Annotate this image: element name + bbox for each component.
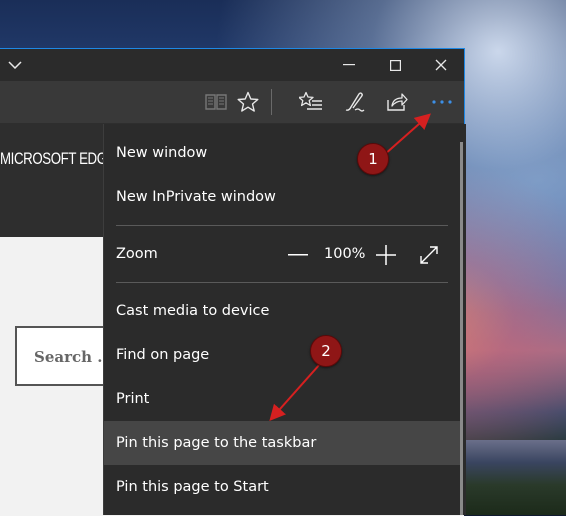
- menu-item-new-inprivate-window[interactable]: New InPrivate window: [104, 175, 462, 219]
- menu-item-find-on-page[interactable]: Find on page: [104, 333, 462, 377]
- zoom-row: Zoom 100%: [104, 233, 462, 277]
- web-note-icon[interactable]: [339, 87, 369, 117]
- more-actions-icon[interactable]: [427, 87, 457, 117]
- zoom-label: Zoom: [116, 246, 158, 262]
- tab-dropdown-chevron-icon[interactable]: [0, 49, 38, 81]
- menu-scrollbar[interactable]: [460, 142, 463, 515]
- close-button[interactable]: [418, 49, 464, 81]
- share-icon[interactable]: [382, 87, 412, 117]
- menu-item-pin-to-start[interactable]: Pin this page to Start: [104, 465, 462, 509]
- menu-item-print[interactable]: Print: [104, 377, 462, 421]
- menu-item-new-window[interactable]: New window: [104, 131, 462, 175]
- zoom-out-button[interactable]: [285, 242, 311, 268]
- zoom-level: 100%: [324, 246, 366, 262]
- step-badge-2: 2: [310, 335, 342, 367]
- favorites-hub-icon[interactable]: [296, 87, 326, 117]
- more-actions-menu: New window New InPrivate window Zoom 100…: [103, 124, 466, 515]
- site-title[interactable]: MICROSOFT EDGE: [0, 149, 116, 169]
- title-bar: [0, 49, 464, 81]
- menu-item-pin-to-taskbar[interactable]: Pin this page to the taskbar: [104, 421, 462, 465]
- zoom-in-button[interactable]: [373, 242, 399, 268]
- toolbar-separator: [271, 89, 272, 115]
- search-placeholder: Search …: [34, 348, 113, 366]
- minimize-button[interactable]: [326, 49, 372, 81]
- fullscreen-expand-icon[interactable]: [416, 242, 442, 268]
- wallpaper-mountains: [463, 440, 566, 515]
- reading-view-icon[interactable]: [201, 87, 231, 117]
- step-badge-1: 1: [357, 143, 389, 175]
- menu-item-cast-media[interactable]: Cast media to device: [104, 289, 462, 333]
- favorite-star-icon[interactable]: [233, 87, 263, 117]
- menu-divider: [116, 282, 448, 283]
- browser-toolbar: [0, 81, 464, 123]
- menu-divider: [116, 225, 448, 226]
- maximize-button[interactable]: [372, 49, 418, 81]
